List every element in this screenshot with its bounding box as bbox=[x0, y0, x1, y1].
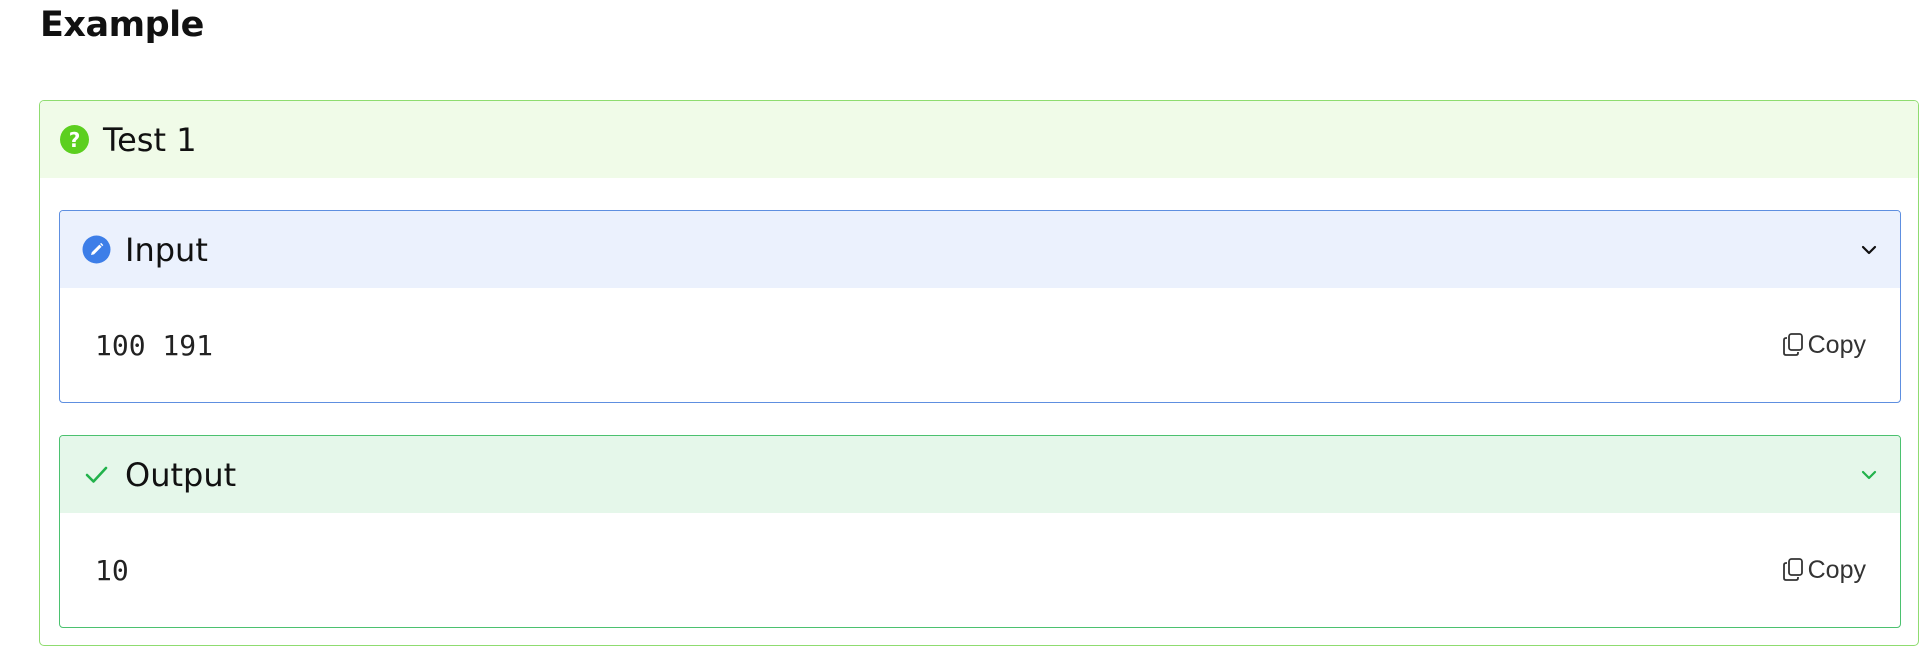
copy-output-label: Copy bbox=[1807, 555, 1866, 584]
check-icon bbox=[82, 460, 111, 489]
copy-icon bbox=[1781, 556, 1807, 584]
input-panel-title: Input bbox=[125, 230, 208, 269]
copy-output-button[interactable]: Copy bbox=[1781, 556, 1866, 585]
example-page: Example ? Test 1 Input 100 191 Copy Outp… bbox=[0, 0, 1926, 649]
output-value: 10 bbox=[95, 553, 129, 587]
input-panel-header[interactable]: Input bbox=[60, 211, 1900, 288]
section-title: Example bbox=[40, 5, 204, 45]
input-panel: Input 100 191 Copy bbox=[59, 210, 1901, 403]
copy-icon bbox=[1781, 331, 1807, 359]
output-panel-title: Output bbox=[125, 455, 237, 494]
output-panel-body: 10 Copy bbox=[60, 513, 1900, 627]
input-value: 100 191 bbox=[95, 328, 214, 362]
output-panel: Output 10 Copy bbox=[59, 435, 1901, 628]
test-header: ? Test 1 bbox=[40, 101, 1918, 178]
copy-input-label: Copy bbox=[1807, 330, 1866, 359]
chevron-down-icon[interactable] bbox=[1856, 237, 1882, 263]
input-panel-body: 100 191 Copy bbox=[60, 288, 1900, 402]
test-title: Test 1 bbox=[103, 120, 197, 159]
help-icon: ? bbox=[60, 125, 89, 154]
output-panel-header[interactable]: Output bbox=[60, 436, 1900, 513]
chevron-down-icon[interactable] bbox=[1856, 462, 1882, 488]
copy-input-button[interactable]: Copy bbox=[1781, 331, 1866, 360]
pencil-icon bbox=[82, 235, 111, 264]
test-card: ? Test 1 Input 100 191 Copy Output 10 Co… bbox=[39, 100, 1919, 646]
